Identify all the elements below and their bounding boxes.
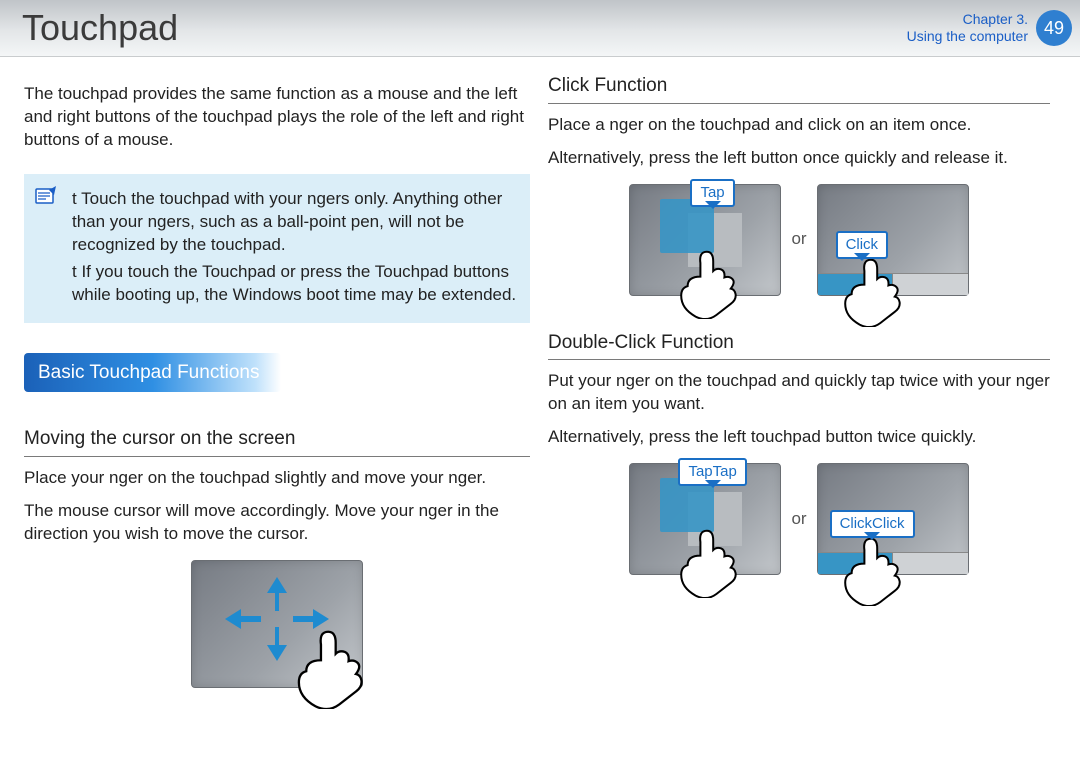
page-number: 49 — [1044, 16, 1064, 40]
chapter-block: Chapter 3. Using the computer 49 — [907, 10, 1072, 46]
left-column: The touchpad provides the same function … — [24, 73, 544, 688]
chapter-text: Chapter 3. Using the computer — [907, 11, 1028, 45]
hand-icon — [670, 239, 750, 319]
subhead-doubleclick: Double-Click Function — [548, 330, 1050, 361]
section-heading: Basic Touchpad Functions — [24, 353, 281, 393]
click-body-2: Alternatively, press the left button onc… — [548, 147, 1050, 170]
click-body-1: Place a nger on the touchpad and click o… — [548, 114, 1050, 137]
note-box: t Touch the touchpad with your ngers onl… — [24, 174, 530, 323]
right-column: Click Function Place a nger on the touch… — [544, 73, 1064, 688]
touchpad-move-diagram — [191, 560, 363, 688]
move-body-2: The mouse cursor will move accordingly. … — [24, 500, 530, 546]
note-bullet-1: t Touch the touchpad with your ngers onl… — [72, 188, 518, 257]
or-label-1: or — [791, 228, 806, 251]
move-body-1: Place your nger on the touchpad slightly… — [24, 467, 530, 490]
touchpad-click-diagram: Click — [817, 184, 969, 296]
chapter-line1: Chapter 3. — [907, 11, 1028, 28]
taptap-callout: TapTap — [678, 458, 746, 486]
touchpad-clickclick-diagram: ClickClick — [817, 463, 969, 575]
dbl-body-1: Put your nger on the touchpad and quickl… — [548, 370, 1050, 416]
intro-paragraph: The touchpad provides the same function … — [24, 83, 530, 152]
chapter-line2: Using the computer — [907, 28, 1028, 45]
hand-icon — [670, 518, 750, 598]
page-number-badge: 49 — [1036, 10, 1072, 46]
dbl-body-2: Alternatively, press the left touchpad b… — [548, 426, 1050, 449]
page-title: Touchpad — [22, 4, 178, 53]
illustration-doubleclick-row: TapTap or ClickClick — [548, 463, 1050, 575]
tap-callout: Tap — [690, 179, 734, 207]
illustration-click-row: Tap or Click — [548, 184, 1050, 296]
subhead-click: Click Function — [548, 73, 1050, 104]
page-header: Touchpad Chapter 3. Using the computer 4… — [0, 0, 1080, 57]
touchpad-tap-diagram: Tap — [629, 184, 781, 296]
hand-icon — [286, 617, 378, 709]
note-bullet-2: t If you touch the Touchpad or press the… — [72, 261, 518, 307]
touchpad-taptap-diagram: TapTap — [629, 463, 781, 575]
click-callout: Click — [836, 231, 889, 259]
illustration-move — [24, 560, 530, 688]
subhead-moving: Moving the cursor on the screen — [24, 426, 530, 457]
clickclick-callout: ClickClick — [830, 510, 915, 538]
or-label-2: or — [791, 508, 806, 531]
note-icon — [34, 186, 58, 215]
